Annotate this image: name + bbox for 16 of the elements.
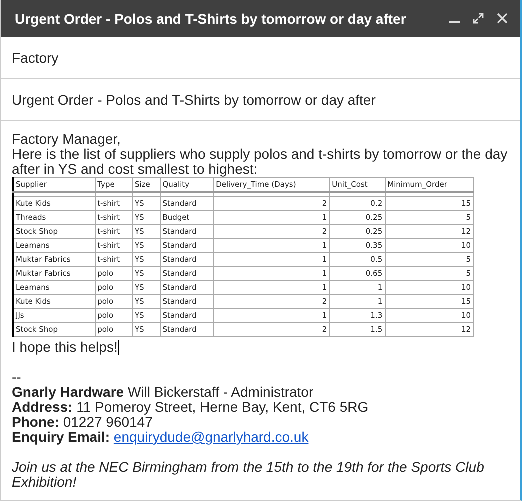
expand-icon[interactable] [473,13,484,24]
closing-text: I hope this helps! [12,340,118,355]
signature-line: Address: 11 Pomeroy Street, Herne Bay, Kent, CT6 5RG [12,400,370,415]
email-link[interactable]: enquirydude@gnarlyhard.co.uk [114,429,309,445]
intro-text: Here is the list of suppliers who supply polos and t-shirts by tomorrow or the day after in YS and cost smallest to highest: [12,147,509,177]
recipient-field[interactable]: Factory [1,37,520,79]
greeting-text: Factory Manager, [12,132,122,147]
email-label: Enquiry Email: [12,429,110,445]
signature-line: Gnarly Hardware Will Bickerstaff - Administrator [12,385,315,400]
signature-separator: -- [12,370,22,385]
text-cursor [118,340,119,355]
subject-field[interactable]: Urgent Order - Polos and T-Shirts by tomorrow or day after [1,79,520,121]
signature-note: Join us at the NEC Birmingham from the 15th to the 19th for the Sports Club Exhibition! [12,460,486,490]
close-icon[interactable] [497,13,508,24]
window-title: Urgent Order - Polos and T-Shirts by tomorrow or day after [15,10,406,26]
signature-line: Phone: 01227 960147 [12,415,154,430]
